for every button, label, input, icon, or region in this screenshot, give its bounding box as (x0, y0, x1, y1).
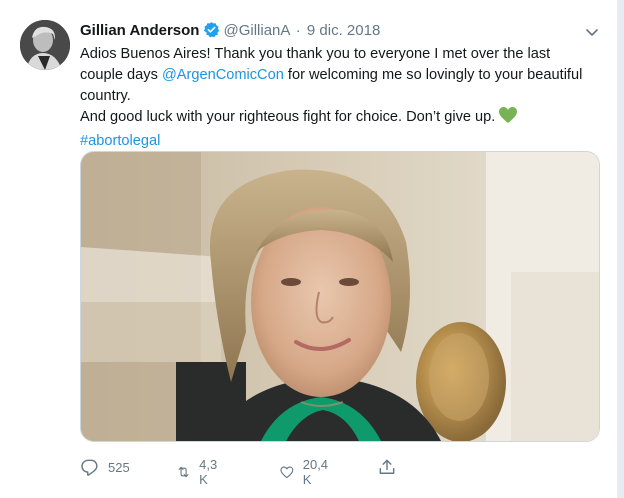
caret-down-icon[interactable] (584, 24, 600, 40)
share-icon (379, 459, 395, 474)
mention-link[interactable]: @ArgenComicCon (162, 67, 284, 83)
tweet-text-line: #abortolegal (80, 131, 600, 152)
author-name[interactable]: Gillian Anderson (80, 22, 199, 39)
author-handle[interactable]: @GillianA (223, 22, 289, 39)
tweet-text-line: And good luck with your righteous fight … (80, 107, 600, 131)
tweet-text-fragment: for welcoming me so lovingly to your bea… (283, 67, 583, 83)
tweet-text: Adios Buenos Aires! Thank you thank you … (80, 44, 600, 152)
tweet-date[interactable]: 9 dic. 2018 (307, 22, 380, 39)
tweet-text-fragment: And good luck with your righteous fight … (80, 109, 500, 125)
reply-icon (81, 459, 98, 476)
reply-count: 525 (108, 459, 130, 475)
tweet-text-line: country. (80, 88, 131, 104)
tweet-card[interactable]: Gillian Anderson @GillianA · 9 dic. 2018 … (0, 0, 618, 498)
green-heart-emoji (499, 107, 518, 131)
retweet-icon (178, 466, 189, 478)
tweet-header: Gillian Anderson @GillianA · 9 dic. 2018 (80, 21, 380, 44)
verified-badge-icon (203, 21, 220, 44)
retweet-button[interactable]: 4,3 K (176, 457, 222, 487)
share-button[interactable] (377, 457, 397, 477)
reply-button[interactable]: 525 (80, 457, 130, 477)
retweet-count: 4,3 K (199, 457, 218, 487)
hashtag-link[interactable]: #abortolegal (80, 133, 160, 149)
like-button[interactable]: 20,4 K (279, 457, 332, 487)
tweet-photo[interactable] (80, 151, 600, 442)
tweet-text-line: couple days @ArgenComicCon for welcoming… (80, 65, 600, 86)
avatar[interactable] (20, 20, 70, 70)
like-count: 20,4 K (302, 457, 329, 487)
like-icon (280, 466, 294, 479)
tweet-text-line: Adios Buenos Aires! Thank you thank you … (80, 46, 551, 62)
header-separator: · (295, 22, 301, 39)
tweet-text-fragment: couple days (80, 67, 162, 83)
